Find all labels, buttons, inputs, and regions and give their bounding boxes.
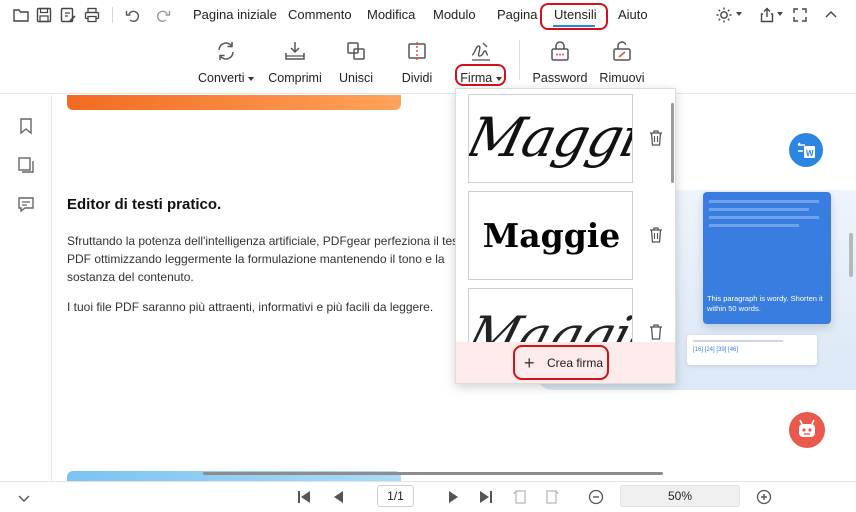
horizontal-scrollbar[interactable] — [203, 472, 663, 475]
collapse-ribbon-icon[interactable] — [822, 6, 840, 24]
dropdown-scrollbar[interactable] — [671, 103, 674, 183]
first-page-icon[interactable] — [295, 488, 313, 506]
svg-text:W: W — [806, 149, 814, 158]
remove-password-button[interactable]: Rimuovi — [597, 30, 647, 85]
separator — [519, 40, 520, 80]
share-caret-icon[interactable] — [777, 12, 783, 16]
create-signature-bar: + Crea firma — [456, 342, 675, 383]
ai-suggestion-card: This paragraph is wordy. Shorten it with… — [703, 192, 831, 324]
signature-item[interactable]: Maggie — [468, 288, 633, 343]
left-sidebar — [0, 95, 52, 481]
paragraph-line: sostanza del contenuto. — [67, 270, 194, 284]
paragraph-line: PDF ottimizzando leggermente la formulaz… — [67, 252, 445, 266]
card-line — [709, 200, 819, 203]
delete-signature-icon[interactable] — [648, 129, 664, 147]
remove-password-label: Rimuovi — [599, 71, 645, 85]
active-tab-indicator — [553, 25, 595, 27]
share-icon[interactable] — [758, 6, 776, 24]
signature-handwritten-text: Maggie — [468, 306, 633, 343]
card-text: This paragraph is wordy. Shorten it with… — [707, 294, 823, 313]
merge-label: Unisci — [338, 71, 374, 85]
ai-assistant-button[interactable] — [789, 412, 825, 448]
page-number-input[interactable]: 1/1 — [377, 485, 414, 507]
menu-edit[interactable]: Modifica — [367, 7, 415, 22]
convert-caret-icon — [248, 76, 255, 81]
convert-icon — [214, 39, 238, 63]
orange-banner — [67, 95, 401, 110]
split-label: Dividi — [401, 71, 433, 85]
ref-line — [693, 340, 783, 342]
merge-icon — [344, 39, 368, 63]
last-page-icon[interactable] — [477, 488, 495, 506]
zoom-level-field[interactable]: 50% — [620, 485, 740, 507]
save-icon[interactable] — [35, 6, 53, 24]
unlock-icon — [610, 39, 634, 63]
convert-button[interactable]: Converti — [195, 30, 257, 85]
convert-to-word-button[interactable]: W — [789, 133, 823, 167]
references-card: [16] [24] [39] [46] — [687, 335, 817, 365]
card-line — [709, 208, 809, 211]
section-paragraph: Sfruttando la potenza dell'intelligenza … — [67, 232, 457, 292]
menu-form[interactable]: Modulo — [433, 7, 476, 22]
fullscreen-icon[interactable] — [791, 6, 809, 24]
references-text: [16] [24] [39] [46] — [693, 347, 739, 353]
open-folder-icon[interactable] — [12, 6, 30, 24]
signature-item[interactable]: Maggie — [468, 191, 633, 280]
password-label: Password — [532, 71, 588, 85]
pages-thumbnail-icon[interactable] — [16, 155, 36, 175]
status-bar: 1/1 50% — [0, 481, 856, 512]
menu-home[interactable]: Pagina iniziale — [193, 7, 277, 22]
signature-bold-text: Maggie — [482, 216, 621, 255]
previous-page-icon[interactable] — [330, 488, 348, 506]
lock-icon — [548, 39, 572, 63]
password-button[interactable]: Password — [531, 30, 589, 85]
compress-button[interactable]: Comprimi — [266, 30, 324, 85]
card-line — [709, 224, 799, 227]
split-button[interactable]: Dividi — [395, 30, 439, 85]
delete-signature-icon[interactable] — [648, 226, 664, 244]
menu-comment[interactable]: Commento — [288, 7, 352, 22]
tools-ribbon: Converti Comprimi Unisci Dividi Firma Pa… — [0, 30, 856, 94]
word-convert-icon: W — [797, 142, 815, 158]
signature-script-text: Maggie — [468, 106, 633, 169]
vertical-scrollbar[interactable] — [849, 233, 853, 277]
sidebar-toggle-chevron-icon[interactable] — [16, 490, 32, 506]
signature-dropdown: Maggie Maggie Maggie + Crea firma — [455, 88, 676, 384]
zoom-in-icon[interactable] — [755, 488, 773, 506]
create-signature-label: Crea firma — [547, 356, 604, 370]
rotate-right-icon[interactable] — [543, 488, 561, 506]
menu-help[interactable]: Aiuto — [618, 7, 648, 22]
next-page-icon[interactable] — [444, 488, 462, 506]
delete-signature-icon[interactable] — [648, 323, 664, 341]
section-paragraph-2: I tuoi file PDF saranno più attraenti, i… — [67, 300, 434, 314]
signature-icon — [469, 39, 493, 63]
theme-sun-icon[interactable] — [715, 6, 733, 24]
compress-label: Comprimi — [268, 71, 322, 85]
print-icon[interactable] — [83, 6, 101, 24]
card-line — [709, 216, 819, 219]
zoom-out-icon[interactable] — [587, 488, 605, 506]
save-as-icon[interactable] — [59, 6, 77, 24]
signature-item[interactable]: Maggie — [468, 94, 633, 183]
redo-icon[interactable] — [154, 6, 172, 24]
menu-page[interactable]: Pagina — [497, 7, 537, 22]
convert-label: Converti — [197, 71, 245, 85]
separator — [112, 7, 113, 23]
title-bar: Pagina iniziale Commento Modifica Modulo… — [0, 0, 856, 30]
section-heading: Editor di testi pratico. — [67, 196, 222, 213]
theme-caret-icon[interactable] — [736, 12, 742, 16]
paragraph-line: Sfruttando la potenza dell'intelligenza … — [67, 234, 457, 248]
bookmark-icon[interactable] — [16, 116, 36, 136]
rotate-left-icon[interactable] — [511, 488, 529, 506]
create-signature-button[interactable]: + Crea firma — [513, 345, 609, 380]
highlight-ring — [455, 64, 506, 86]
comment-icon[interactable] — [16, 195, 36, 215]
robot-icon — [799, 419, 815, 437]
plus-icon: + — [524, 353, 535, 373]
split-icon — [405, 39, 429, 63]
compress-icon — [283, 39, 307, 63]
undo-icon[interactable] — [124, 6, 142, 24]
merge-button[interactable]: Unisci — [333, 30, 379, 85]
